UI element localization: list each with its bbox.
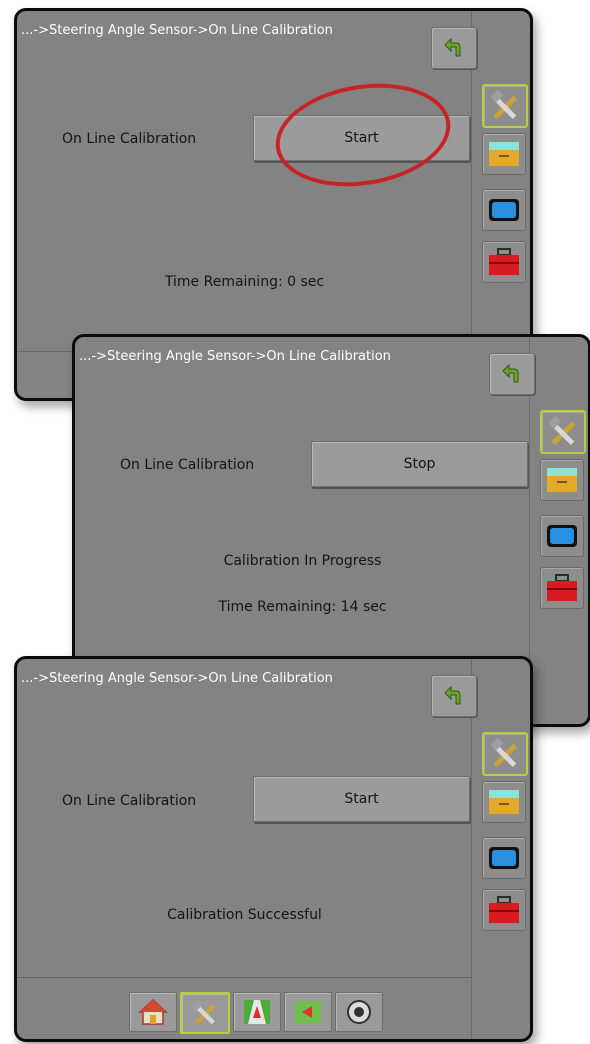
sidebar-display-button[interactable]: [482, 837, 526, 879]
sidebar-tools-button[interactable]: [540, 410, 586, 454]
guidance-icon: [244, 1000, 270, 1024]
stop-button[interactable]: Stop: [311, 441, 528, 487]
sidebar-tools-button[interactable]: [482, 732, 528, 776]
nav-home-button[interactable]: [129, 992, 177, 1032]
time-remaining-text: Time Remaining: 0 sec: [164, 274, 325, 290]
time-remaining-text: Time Remaining: 14 sec: [218, 599, 387, 615]
console-icon: [489, 790, 519, 814]
back-arrow-icon: [444, 686, 461, 705]
nav-tools-button[interactable]: [180, 992, 230, 1034]
breadcrumb: ...->Steering Angle Sensor->On Line Cali…: [21, 671, 333, 686]
system-icon: [347, 1000, 371, 1024]
field-label: On Line Calibration: [62, 793, 197, 809]
sidebar-console-button[interactable]: [482, 133, 526, 175]
calibration-status-text: Calibration Successful: [167, 907, 322, 923]
sidebar-tools-button[interactable]: [482, 84, 528, 128]
tools-icon: [490, 738, 518, 768]
field-label: On Line Calibration: [62, 131, 197, 147]
tools-icon: [490, 90, 518, 120]
sidebar-toolbox-button[interactable]: [482, 889, 526, 931]
map-icon: [295, 1001, 321, 1023]
back-button[interactable]: [489, 353, 535, 395]
start-button[interactable]: Start: [253, 776, 470, 822]
display-icon: [489, 199, 519, 221]
tools-icon: [192, 999, 216, 1025]
nav-map-button[interactable]: [284, 992, 332, 1032]
main-panel: ...->Steering Angle Sensor->On Line Cali…: [17, 659, 477, 1039]
tools-icon: [548, 416, 576, 446]
sidebar-display-button[interactable]: [482, 189, 526, 231]
nav-system-button[interactable]: [335, 992, 383, 1032]
sidebar-toolbox-button[interactable]: [540, 567, 584, 609]
home-icon: [138, 998, 168, 1025]
console-icon: [547, 468, 577, 492]
display-icon: [547, 525, 577, 547]
bottom-separator: [17, 977, 471, 978]
field-label: On Line Calibration: [120, 457, 255, 473]
sidebar-console-button[interactable]: [540, 459, 584, 501]
back-arrow-icon: [502, 364, 519, 383]
breadcrumb: ...->Steering Angle Sensor->On Line Cali…: [79, 349, 391, 364]
bottom-nav: [129, 992, 383, 1034]
highlight-ring: [268, 71, 458, 199]
sidebar-console-button[interactable]: [482, 781, 526, 823]
toolbox-icon: [489, 896, 519, 923]
calibration-screen-successful: ...->Steering Angle Sensor->On Line Cali…: [14, 656, 533, 1042]
back-arrow-icon: [444, 38, 461, 57]
display-icon: [489, 847, 519, 869]
back-button[interactable]: [431, 675, 477, 717]
sidebar-display-button[interactable]: [540, 515, 584, 557]
calibration-status-text: Calibration In Progress: [223, 553, 382, 569]
back-button[interactable]: [431, 27, 477, 69]
toolbox-icon: [489, 248, 519, 275]
toolbox-icon: [547, 574, 577, 601]
nav-guidance-button[interactable]: [233, 992, 281, 1032]
sidebar-toolbox-button[interactable]: [482, 241, 526, 283]
breadcrumb: ...->Steering Angle Sensor->On Line Cali…: [21, 23, 333, 38]
console-icon: [489, 142, 519, 166]
